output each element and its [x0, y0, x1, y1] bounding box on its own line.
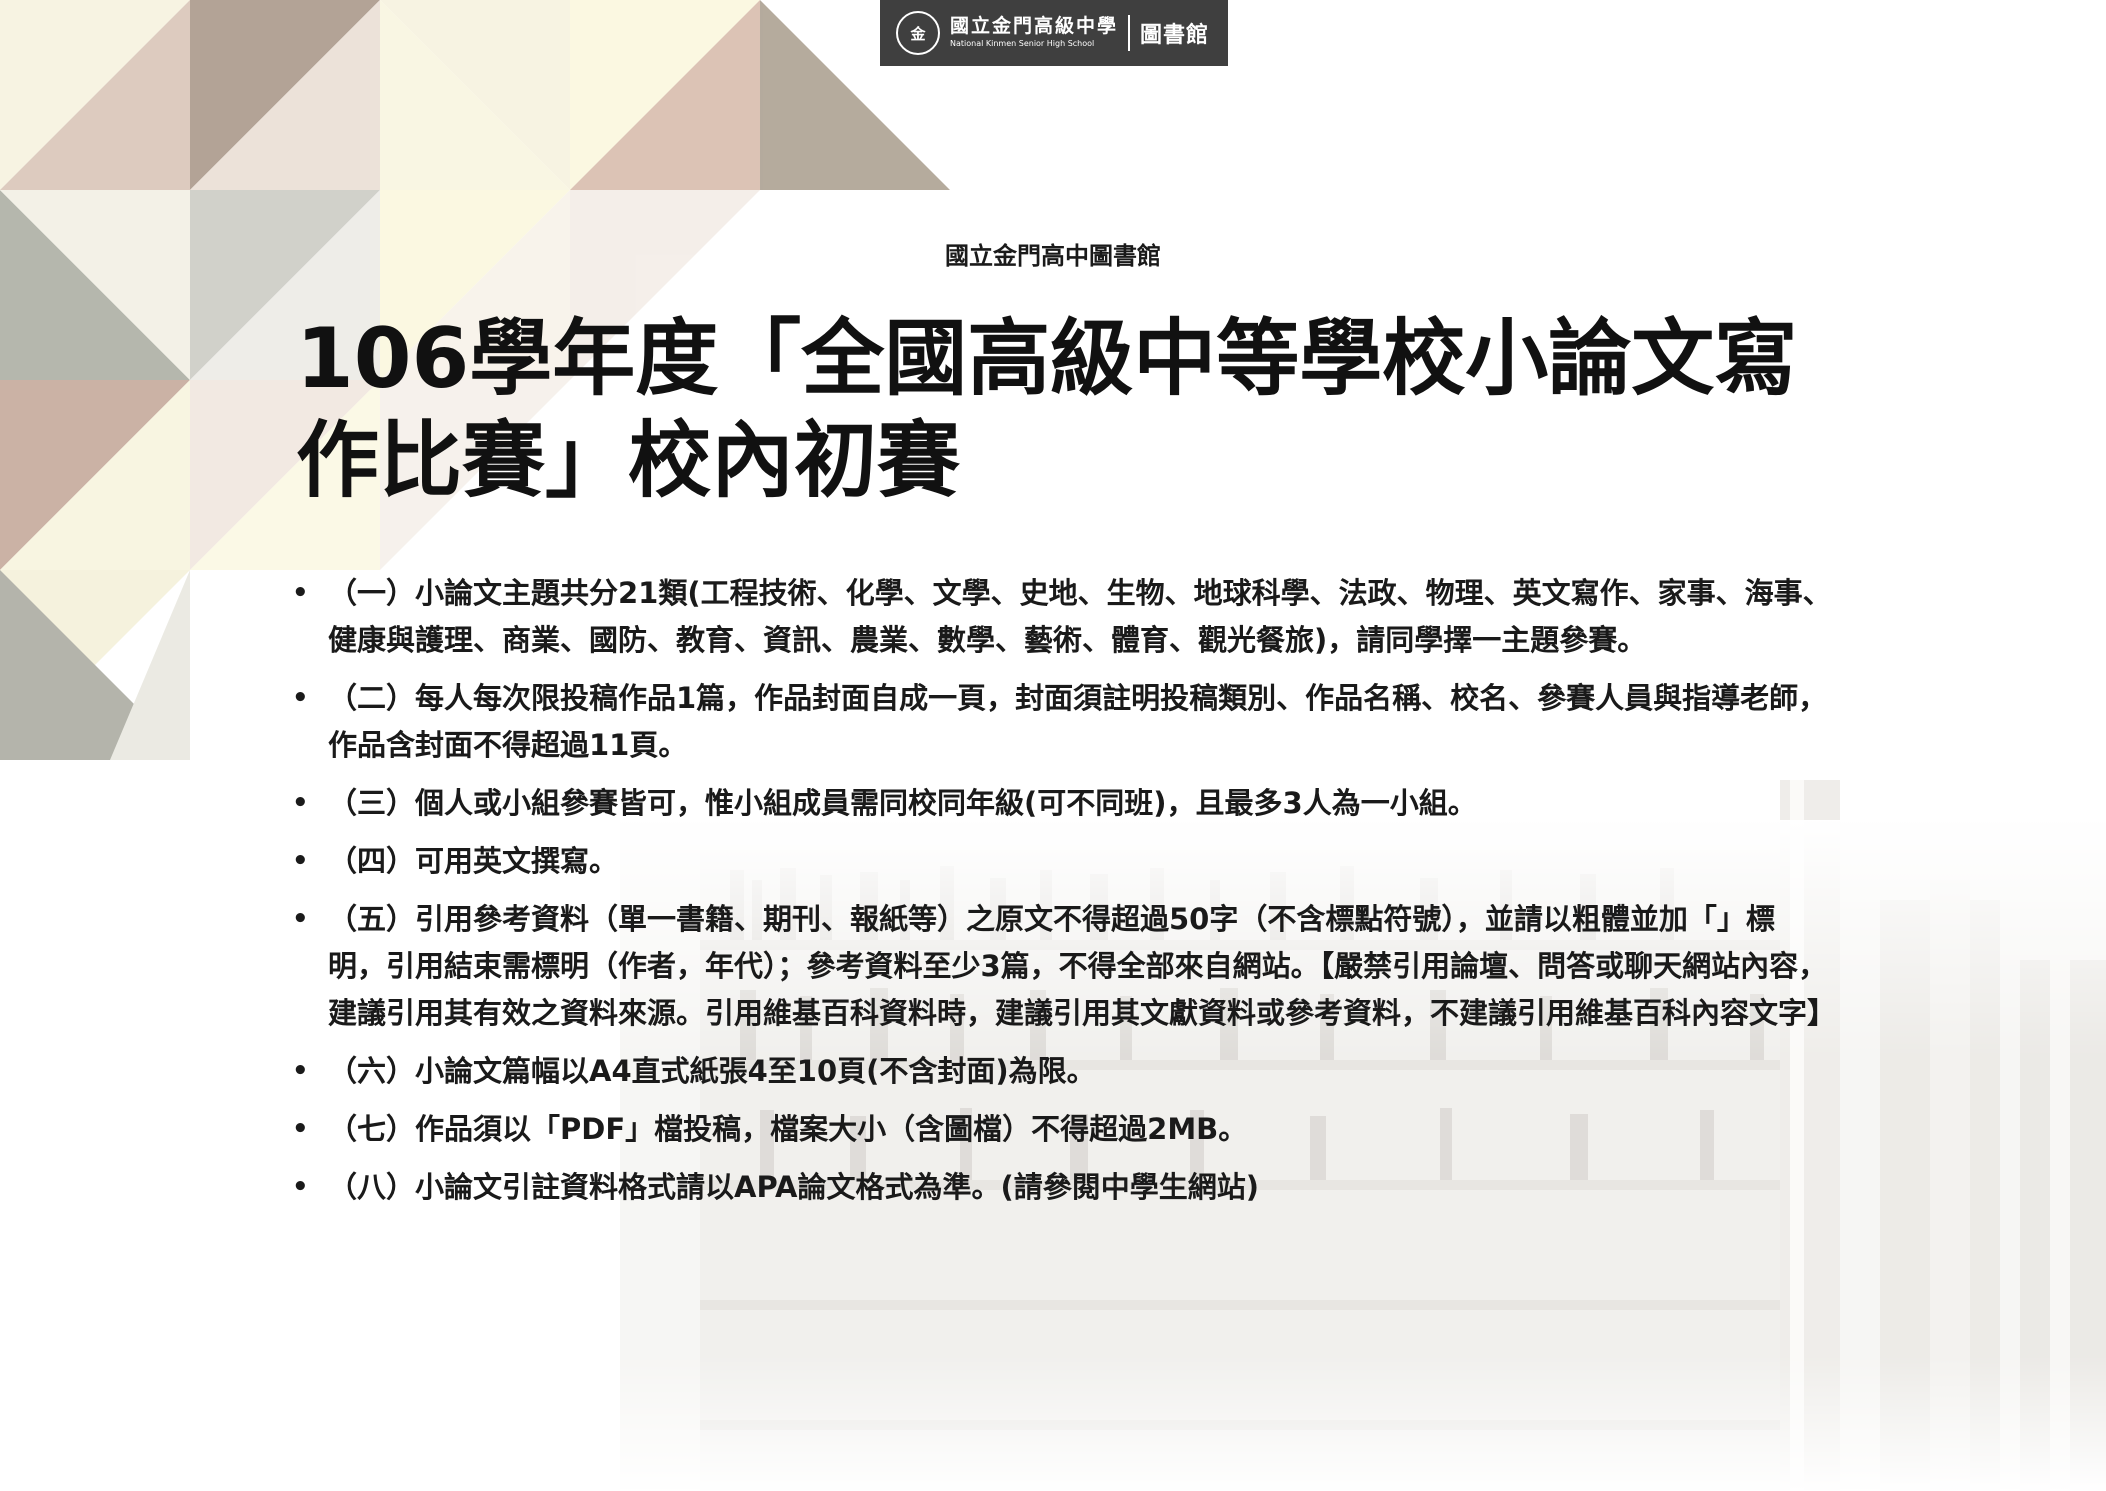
school-emblem-icon: 金 [896, 11, 940, 55]
list-item-text: （二）每人每次限投稿作品1篇，作品封面自成一頁，封面須註明投稿類別、作品名稱、校… [328, 681, 1828, 762]
list-item-text: （八）小論文引註資料格式請以APA論文格式為準。(請參閱中學生網站) [328, 1170, 1259, 1204]
list-item-text: （六）小論文篇幅以A4直式紙張4至10頁(不含封面)為限。 [328, 1054, 1096, 1088]
school-name-block: 國立金門高級中學 National Kinmen Senior High Sch… [950, 15, 1119, 49]
list-item: • （七）作品須以「PDF」檔投稿，檔案大小（含圖檔）不得超過2MB。 [292, 1106, 1832, 1153]
list-item: • （一）小論文主題共分21類(工程技術、化學、文學、史地、生物、地球科學、法政、… [292, 570, 1832, 664]
rules-list: • （一）小論文主題共分21類(工程技術、化學、文學、史地、生物、地球科學、法政、… [292, 570, 1836, 1222]
list-item: • （四）可用英文撰寫。 [292, 838, 1832, 885]
bullet-icon: • [292, 846, 309, 876]
bullet-icon: • [292, 683, 309, 713]
school-name: 國立金門高級中學 [950, 15, 1119, 38]
list-item: • （二）每人每次限投稿作品1篇，作品封面自成一頁，封面須註明投稿類別、作品名稱、… [292, 675, 1832, 769]
list-item: • （六）小論文篇幅以A4直式紙張4至10頁(不含封面)為限。 [292, 1048, 1832, 1095]
list-item-text: （四）可用英文撰寫。 [328, 844, 619, 878]
list-item: • （八）小論文引註資料格式請以APA論文格式為準。(請參閱中學生網站) [292, 1164, 1832, 1211]
page-title: 106學年度「全國高級中等學校小論文寫作比賽」校內初賽 [296, 310, 1798, 509]
bullet-icon: • [292, 1172, 309, 1202]
list-item-text: （七）作品須以「PDF」檔投稿，檔案大小（含圖檔）不得超過2MB。 [328, 1112, 1248, 1146]
school-header-badge: 金 國立金門高級中學 National Kinmen Senior High S… [880, 0, 1228, 66]
school-name-en: National Kinmen Senior High School [950, 39, 1095, 49]
bullet-icon: • [292, 788, 309, 818]
bullet-icon: • [292, 1056, 309, 1086]
bullet-icon: • [292, 578, 309, 608]
list-item-text: （五）引用參考資料（單一書籍、期刊、報紙等）之原文不得超過50字（不含標點符號）… [328, 902, 1837, 1030]
list-item-text: （一）小論文主題共分21類(工程技術、化學、文學、史地、生物、地球科學、法政、物… [328, 576, 1832, 657]
list-item-text: （三）個人或小組參賽皆可，惟小組成員需同校同年級(可不同班)，且最多3人為一小組… [328, 786, 1477, 820]
page-subtitle: 國立金門高中圖書館 [945, 242, 1161, 270]
bullet-icon: • [292, 904, 309, 934]
list-item: • （三）個人或小組參賽皆可，惟小組成員需同校同年級(可不同班)，且最多3人為一小… [292, 780, 1832, 827]
list-item: • （五）引用參考資料（單一書籍、期刊、報紙等）之原文不得超過50字（不含標點符號… [292, 896, 1836, 1037]
badge-divider [1128, 15, 1131, 51]
bullet-icon: • [292, 1114, 309, 1144]
department-label: 圖書館 [1140, 23, 1210, 48]
